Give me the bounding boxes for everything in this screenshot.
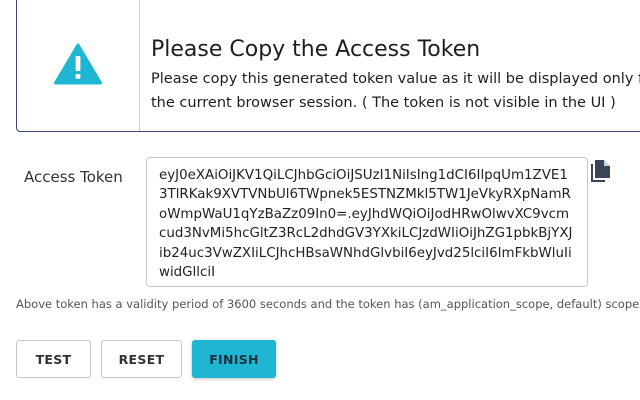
test-button[interactable]: TEST bbox=[16, 340, 91, 378]
alert-title: Please Copy the Access Token bbox=[151, 37, 481, 62]
alert-message: Please copy this generated token value a… bbox=[151, 71, 640, 111]
alert-icon-cell bbox=[17, 0, 140, 131]
finish-button[interactable]: FINISH bbox=[192, 340, 276, 378]
copy-icon[interactable] bbox=[590, 159, 612, 183]
token-alert: Please Copy the Access Token Please copy… bbox=[16, 0, 640, 132]
access-token-label: Access Token bbox=[24, 168, 123, 186]
access-token-value[interactable]: eyJ0eXAiOiJKV1QiLCJhbGciOiJSUzI1NiIsIng1… bbox=[159, 166, 575, 282]
token-validity-note: Above token has a validity period of 360… bbox=[16, 297, 640, 311]
access-token-field[interactable]: eyJ0eXAiOiJKV1QiLCJhbGciOiJSUzI1NiIsIng1… bbox=[146, 157, 588, 287]
warning-triangle-icon bbox=[54, 43, 102, 85]
reset-button[interactable]: RESET bbox=[101, 340, 182, 378]
